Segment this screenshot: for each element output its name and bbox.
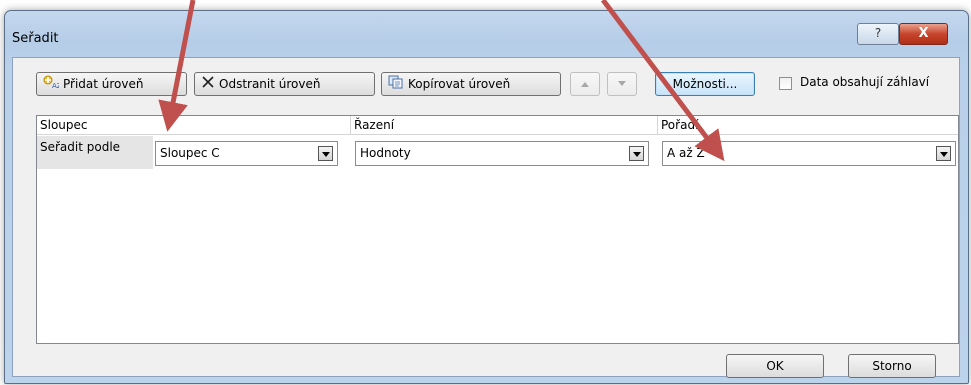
- move-down-icon: [617, 77, 627, 91]
- add-level-label: Přidat úroveň: [63, 77, 144, 91]
- chevron-down-icon[interactable]: [629, 146, 644, 161]
- column-select-value: Sloupec C: [160, 146, 220, 160]
- dialog-body: AZ Přidat úroveň Odstranit úroveň Kopíro…: [12, 57, 960, 378]
- options-button[interactable]: Možnosti...: [655, 72, 755, 96]
- sort-on-select-value: Hodnoty: [360, 146, 411, 160]
- move-down-button[interactable]: [607, 72, 637, 96]
- order-select-value: A až Z: [667, 146, 705, 160]
- close-button[interactable]: X: [899, 23, 948, 45]
- sort-on-select[interactable]: Hodnoty: [355, 141, 649, 166]
- options-label: Možnosti...: [672, 77, 738, 91]
- dialog-title: Seřadit: [12, 31, 59, 46]
- sort-dialog: Seřadit ? X AZ Přidat úroveň Odstranit ú…: [4, 10, 969, 384]
- column-select[interactable]: Sloupec C: [155, 141, 338, 166]
- chevron-down-icon[interactable]: [936, 146, 951, 161]
- ok-button[interactable]: OK: [726, 354, 824, 378]
- column-header-sort-on: Řazení: [350, 116, 657, 135]
- delete-level-button[interactable]: Odstranit úroveň: [194, 72, 375, 96]
- headers-checkbox[interactable]: [779, 77, 792, 90]
- move-up-icon: [580, 77, 590, 91]
- copy-level-label: Kopírovat úroveň: [408, 77, 511, 91]
- move-up-button[interactable]: [570, 72, 600, 96]
- delete-icon: [201, 74, 215, 96]
- headers-checkbox-label: Data obsahují záhlaví: [800, 75, 930, 89]
- add-level-icon: AZ: [43, 74, 62, 96]
- column-header-column: Sloupec: [37, 116, 350, 135]
- order-select[interactable]: A až Z: [662, 141, 956, 166]
- title-bar[interactable]: Seřadit ? X: [5, 11, 968, 57]
- svg-text:AZ: AZ: [52, 82, 59, 89]
- cancel-button[interactable]: Storno: [848, 354, 936, 378]
- add-level-button[interactable]: AZ Přidat úroveň: [36, 72, 187, 96]
- delete-level-label: Odstranit úroveň: [219, 77, 321, 91]
- sort-levels-grid: Sloupec Řazení Pořadí Seřadit podle Slou…: [36, 115, 959, 344]
- copy-icon: [388, 74, 404, 96]
- row-label-sort-by: Seřadit podle: [37, 136, 153, 169]
- column-header-order: Pořadí: [657, 116, 958, 135]
- chevron-down-icon[interactable]: [318, 146, 333, 161]
- help-button[interactable]: ?: [857, 23, 899, 45]
- copy-level-button[interactable]: Kopírovat úroveň: [381, 72, 561, 96]
